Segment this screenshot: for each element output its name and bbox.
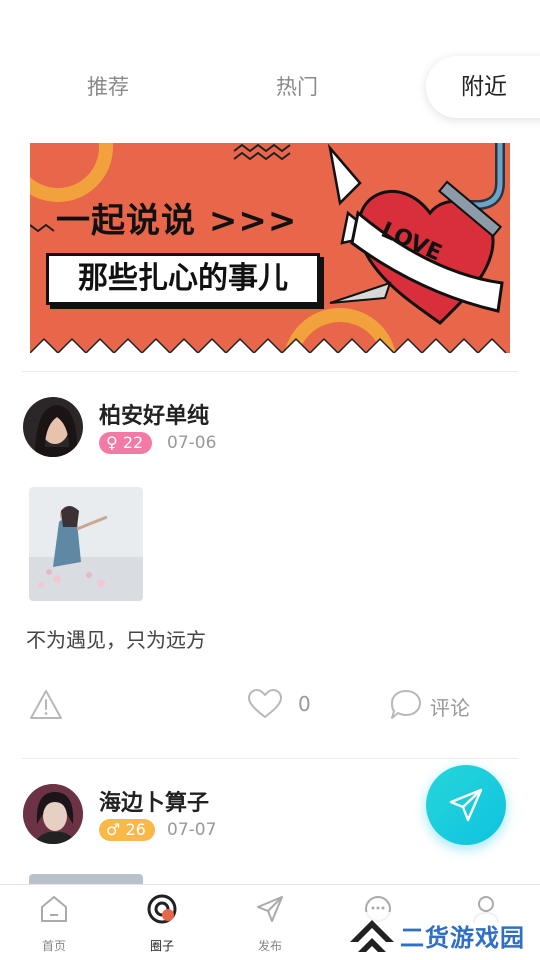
- watermark-text: 二货游戏园: [400, 924, 525, 952]
- love-heart-illustration: [327, 143, 505, 325]
- female-icon: ♀: [106, 433, 118, 452]
- nav-label: 首页: [41, 939, 66, 953]
- gender-age-badge: ♀ 22: [99, 432, 153, 454]
- banner-headline: 一起说说 >>>: [56, 201, 298, 241]
- like-count: 0: [298, 692, 311, 716]
- banner-subtitle: 那些扎心的事儿: [78, 261, 288, 296]
- nav-label: 发布: [257, 939, 282, 953]
- post-date: 07-06: [167, 433, 217, 453]
- heart-icon: [247, 688, 283, 719]
- username[interactable]: 柏安好单纯: [99, 398, 209, 430]
- divider: [22, 371, 518, 372]
- divider: [22, 758, 518, 759]
- banner-art: [30, 143, 507, 353]
- age: 22: [122, 433, 144, 452]
- like-button[interactable]: [246, 688, 284, 724]
- age: 26: [125, 820, 146, 839]
- publish-fab[interactable]: [426, 765, 506, 845]
- nav-publish[interactable]: 发布: [216, 885, 324, 960]
- comment-icon: [391, 690, 421, 719]
- watermark: 二货游戏园: [346, 912, 540, 960]
- report-button[interactable]: [28, 688, 64, 726]
- top-tabs: 推荐 热门 附近: [0, 56, 540, 118]
- send-icon: [257, 896, 283, 922]
- watermark-logo-icon: [350, 920, 394, 952]
- home-icon: [41, 896, 67, 922]
- post-date: 07-07: [167, 820, 217, 840]
- nav-label: 圈子: [149, 939, 174, 953]
- tab-nearby[interactable]: 附近: [426, 56, 540, 118]
- promo-banner[interactable]: 一起说说 >>> 那些扎心的事儿 LOVE: [30, 143, 510, 353]
- gender-age-badge: ♂ 26: [99, 819, 155, 841]
- avatar[interactable]: [23, 397, 83, 457]
- nav-home[interactable]: 首页: [0, 885, 108, 960]
- nav-circle[interactable]: 圈子: [108, 885, 216, 960]
- warning-icon: [30, 690, 62, 719]
- post-image[interactable]: [29, 874, 143, 884]
- tab-recommend[interactable]: 推荐: [58, 56, 158, 118]
- comment-button[interactable]: [388, 688, 424, 726]
- banner-subtitle-box: 那些扎心的事儿: [46, 253, 320, 305]
- circle-icon: [147, 894, 177, 924]
- comment-label[interactable]: 评论: [430, 692, 470, 721]
- male-icon: ♂: [106, 820, 121, 839]
- tab-hot[interactable]: 热门: [247, 56, 347, 118]
- post-text: 不为遇见，只为远方: [26, 628, 206, 652]
- post-image[interactable]: [29, 487, 143, 601]
- username[interactable]: 海边卜算子: [99, 785, 209, 817]
- send-icon: [449, 788, 483, 822]
- avatar[interactable]: [23, 784, 83, 844]
